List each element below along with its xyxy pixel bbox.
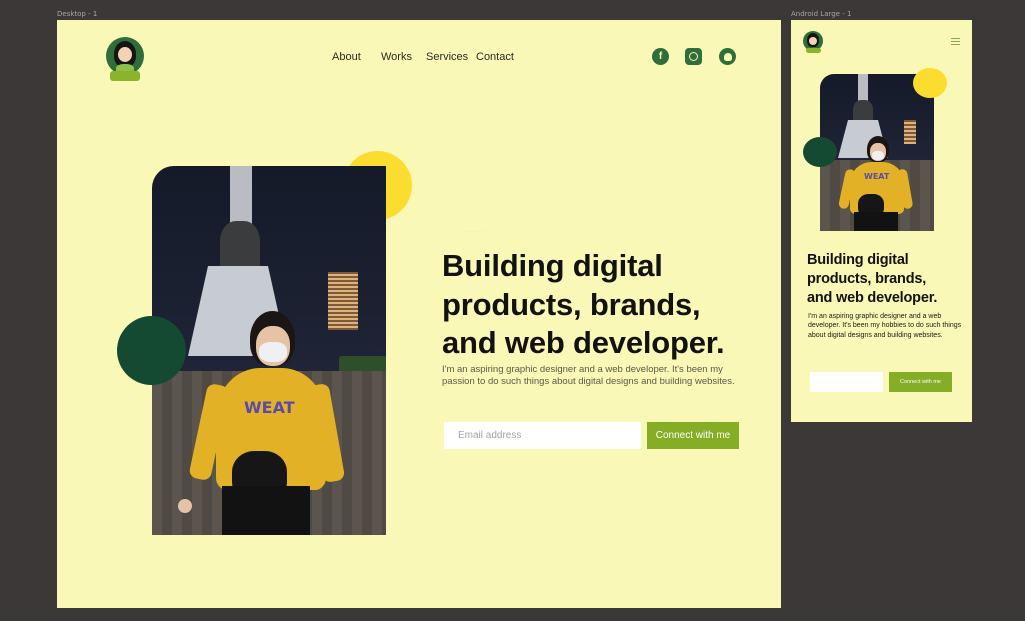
desktop-frame-label: Desktop - 1 xyxy=(57,10,98,18)
mobile-hero-photo: WEAT xyxy=(820,74,934,231)
shirt-print: WEAT xyxy=(244,398,295,417)
github-icon[interactable] xyxy=(719,48,736,65)
mobile-green-circle xyxy=(803,137,837,167)
android-frame-label: Android Large - 1 xyxy=(791,10,852,18)
facebook-icon[interactable]: f xyxy=(652,48,669,65)
mobile-logo[interactable] xyxy=(803,31,825,53)
hero-headline-line2: products, brands, xyxy=(442,286,701,322)
hero-headline-line3: and web developer. xyxy=(442,325,725,360)
mobile-headline-line3: and web developer. xyxy=(807,290,938,306)
desktop-frame: About Works Services Contact f WEAT ————… xyxy=(57,20,781,608)
decorative-green-circle xyxy=(117,316,186,385)
mobile-headline-line2: products, brands, xyxy=(807,271,927,287)
instagram-icon[interactable] xyxy=(685,48,702,65)
mobile-hero-headline: Building digital products, brands, and w… xyxy=(807,251,937,308)
mobile-email-input[interactable] xyxy=(810,372,883,392)
nav-services[interactable]: Services xyxy=(426,51,468,63)
nav-works[interactable]: Works xyxy=(381,51,412,63)
hamburger-menu-icon[interactable] xyxy=(951,38,960,47)
eyebrow-text: ———— xyxy=(462,229,486,235)
mobile-hero-description: I'm an aspiring graphic designer and a w… xyxy=(808,313,962,339)
nav-about[interactable]: About xyxy=(332,51,361,63)
email-input[interactable] xyxy=(444,422,641,449)
mobile-shirt-print: WEAT xyxy=(864,172,890,181)
hero-photo: WEAT xyxy=(152,166,386,535)
connect-button[interactable]: Connect with me xyxy=(647,422,739,449)
android-frame: WEAT Building digital products, brands, … xyxy=(791,20,972,422)
mobile-connect-button[interactable]: Connect with me xyxy=(889,372,952,392)
mobile-headline-line1: Building digital xyxy=(807,252,909,268)
avatar xyxy=(106,37,144,75)
nav-contact[interactable]: Contact xyxy=(476,51,514,63)
hero-headline-line1: Building digital xyxy=(442,248,663,283)
mobile-yellow-circle xyxy=(913,68,947,98)
logo[interactable] xyxy=(104,37,146,83)
hero-headline: Building digital products, brands, and w… xyxy=(442,247,725,363)
hero-description: I'm an aspiring graphic designer and a w… xyxy=(442,364,735,387)
